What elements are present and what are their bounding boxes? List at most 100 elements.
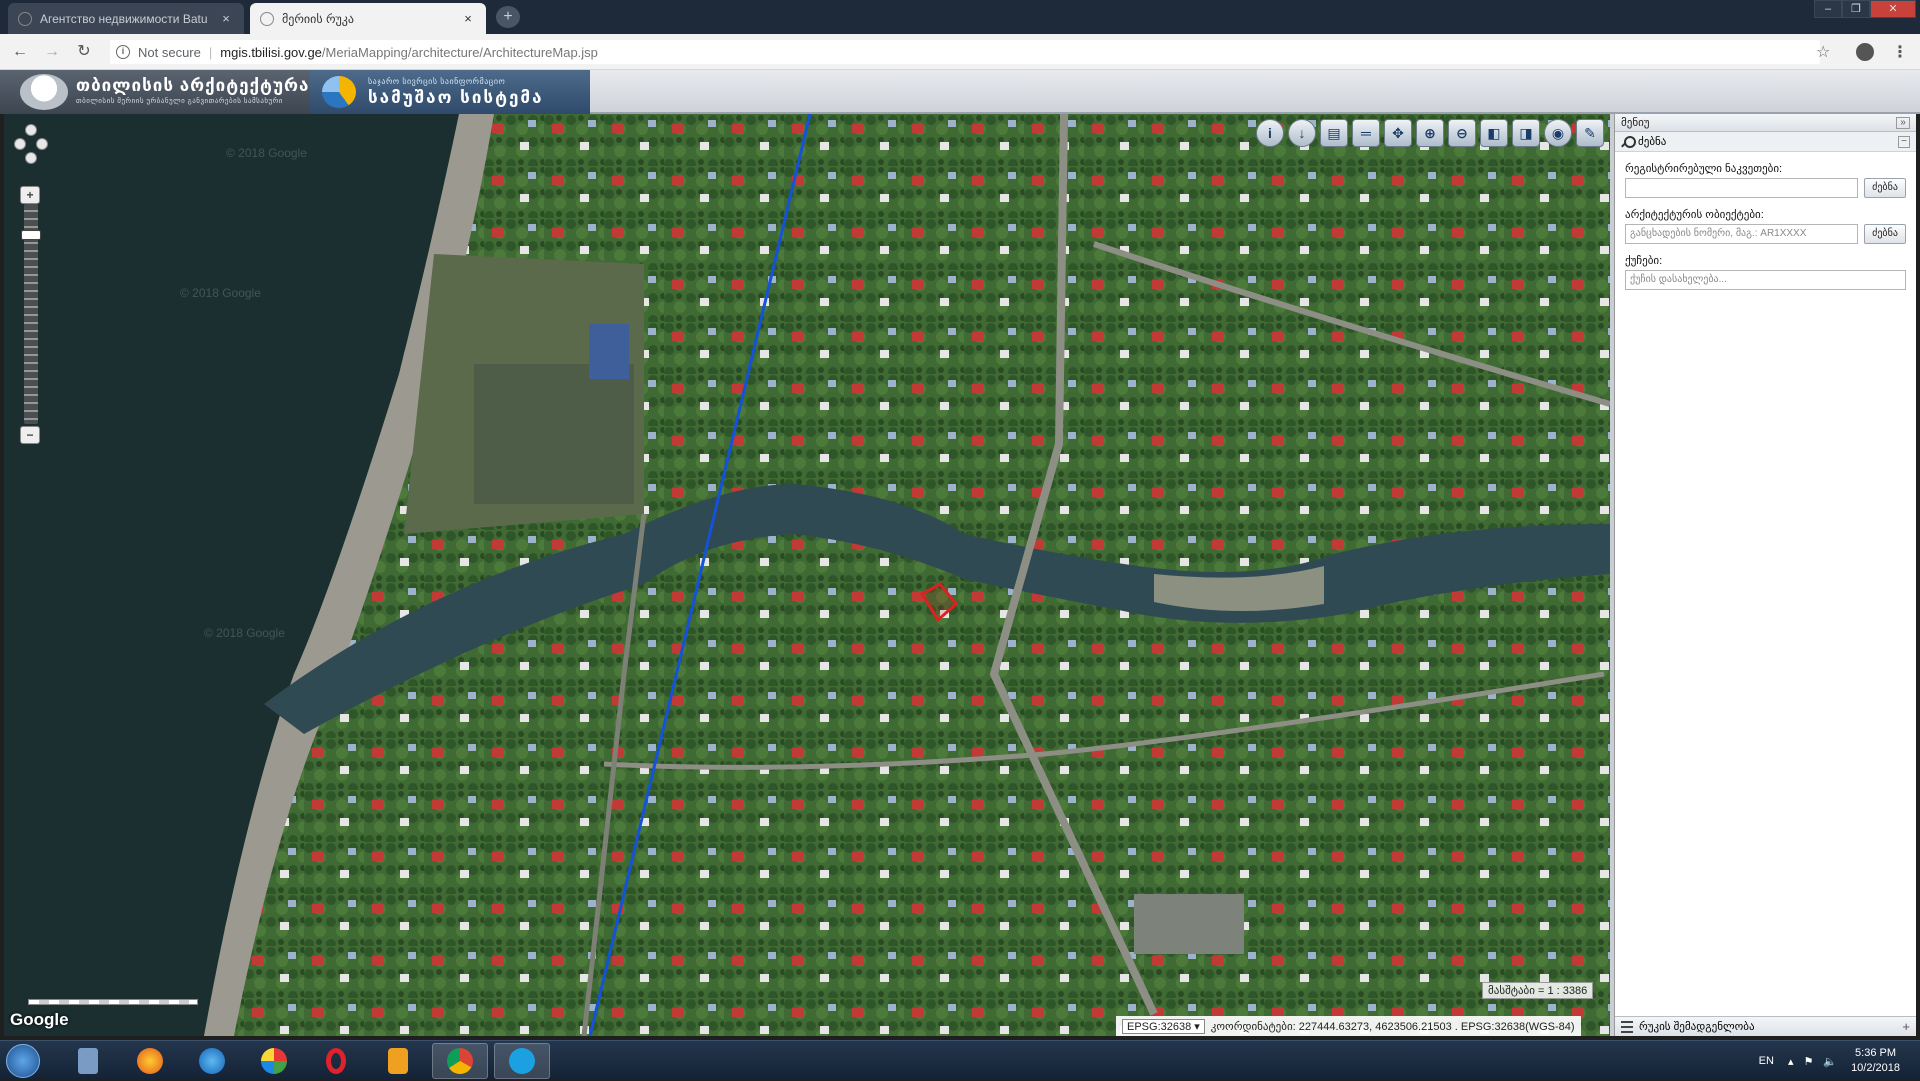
info-icon[interactable]: i <box>116 45 130 59</box>
globe-favicon-icon <box>260 11 274 26</box>
architecture-object-input[interactable]: განცხადების ნომერი, მაგ.: AR1XXXX <box>1625 224 1858 244</box>
print-tool-icon[interactable]: ▤ <box>1320 119 1348 147</box>
zoom-handle[interactable] <box>21 230 41 240</box>
info-tool-icon[interactable]: i <box>1256 119 1284 147</box>
globe-full-extent-icon[interactable]: ◉ <box>1544 119 1572 147</box>
logo2-top-text: საჯარო სივრცის საინფორმაციო <box>368 77 506 86</box>
minimize-window-icon[interactable]: – <box>1814 0 1842 18</box>
taskbar-firefox[interactable] <box>122 1043 178 1079</box>
action-center-flag-icon[interactable]: ⚑ <box>1803 1055 1813 1068</box>
pan-left-icon[interactable] <box>14 138 26 150</box>
pan-right-icon[interactable] <box>36 138 48 150</box>
tab-title: Агентство недвижимости Batu <box>40 11 208 26</box>
language-indicator[interactable]: EN <box>1759 1055 1774 1067</box>
logo2-title: სამუშაო სისტემა <box>368 88 544 107</box>
collapse-panel-icon[interactable]: » <box>1896 116 1910 129</box>
pan-control[interactable] <box>14 124 48 176</box>
epsg-selected: EPSG:32638 <box>1127 1020 1192 1033</box>
tab-close-icon[interactable]: × <box>218 11 234 26</box>
logo-subtitle: თბილისის მერიის ურბანული განვითარების სა… <box>76 98 283 105</box>
public-space-system-logo[interactable]: საჯარო სივრცის საინფორმაციო სამუშაო სისტ… <box>310 70 590 114</box>
back-arrow-icon[interactable]: ← <box>10 42 30 62</box>
site-favicon-icon <box>18 11 32 26</box>
forward-arrow-icon[interactable]: → <box>42 42 62 62</box>
zoom-out-button[interactable]: − <box>20 426 40 444</box>
system-emblem-icon <box>322 76 356 108</box>
tab-title: მერიის რუკა <box>282 11 354 26</box>
browser-menu-icon[interactable]: ⋮ <box>1892 42 1908 62</box>
paint-icon <box>261 1048 287 1074</box>
start-button-icon[interactable] <box>6 1044 40 1078</box>
account-avatar-icon[interactable] <box>1856 43 1874 61</box>
taskbar-internet-explorer[interactable] <box>184 1043 240 1079</box>
close-window-icon[interactable]: ✕ <box>1870 0 1916 18</box>
taskbar-skype[interactable] <box>494 1043 550 1079</box>
coordinates-readout: კოორდინატები: 227444.63273, 4623506.2150… <box>1210 1020 1575 1033</box>
zoom-slider[interactable]: + − <box>20 186 41 446</box>
google-attribution: Google <box>10 1010 69 1029</box>
skype-icon <box>509 1048 535 1074</box>
bookmark-star-icon[interactable]: ☆ <box>1816 42 1830 62</box>
tbilisi-architecture-logo[interactable]: თბილისის არქიტექტურა თბილისის მერიის ურბ… <box>0 70 310 114</box>
tab-meria-map[interactable]: მერიის რუკა × <box>250 3 486 34</box>
taskbar-opera[interactable] <box>308 1043 364 1079</box>
restore-window-icon[interactable]: ❐ <box>1842 0 1870 18</box>
identify-tool-icon[interactable]: ↓ <box>1288 119 1316 147</box>
scale-bar <box>28 999 198 1005</box>
security-label: Not secure <box>138 44 201 60</box>
url-path: /MeriaMapping/architecture/ArchitectureM… <box>321 44 598 60</box>
taskbar-chrome[interactable] <box>432 1043 488 1079</box>
volume-icon[interactable]: 🔈 <box>1823 1055 1837 1068</box>
cadastral-search-button[interactable]: ძებნა <box>1864 178 1906 198</box>
expand-layers-icon[interactable]: + <box>1902 1019 1910 1034</box>
chrome-icon <box>447 1048 473 1074</box>
taskbar-paint[interactable] <box>246 1043 302 1079</box>
logo-title: თბილისის არქიტექტურა <box>76 76 310 95</box>
address-bar[interactable]: i Not secure | mgis.tbilisi.gov.ge/Meria… <box>110 40 1820 64</box>
media-player-icon <box>388 1048 408 1074</box>
system-tray: EN ▴ ⚑ 🔈 5:36 PM 10/2/2018 <box>1759 1041 1920 1081</box>
satellite-map[interactable]: © 2018 Google © 2018 Google © 2018 Googl… <box>4 114 1610 1036</box>
street-input[interactable]: ქუჩის დასახელება... <box>1625 270 1906 290</box>
zoom-previous-icon[interactable]: ◧ <box>1480 119 1508 147</box>
coordinate-status-bar: EPSG:32638 ▾ კოორდინატები: 227444.63273,… <box>1116 1016 1581 1036</box>
cadastral-label: რეგისტრირებული ნაკვეთები: <box>1625 163 1783 175</box>
browser-tab-strip: Агентство недвижимости Batu × მერიის რუკ… <box>0 0 1920 34</box>
browser-toolbar: ← → ↻ i Not secure | mgis.tbilisi.gov.ge… <box>0 34 1920 70</box>
search-section-header[interactable]: ძებნა − <box>1615 132 1916 152</box>
tab-real-estate-agency[interactable]: Агентство недвижимости Batu × <box>8 3 244 34</box>
clock-time: 5:36 PM <box>1855 1047 1897 1059</box>
pan-down-icon[interactable] <box>25 152 37 164</box>
panel-header: მენიუ » <box>1615 114 1916 132</box>
taskbar-calculator[interactable] <box>60 1043 116 1079</box>
edit-pencil-icon[interactable]: ✎ <box>1576 119 1604 147</box>
zoom-in-button[interactable]: + <box>20 186 40 204</box>
clock[interactable]: 5:36 PM 10/2/2018 <box>1851 1046 1900 1076</box>
tab-close-icon[interactable]: × <box>460 11 476 26</box>
firefox-icon <box>137 1048 163 1074</box>
epsg-select[interactable]: EPSG:32638 ▾ <box>1122 1018 1205 1034</box>
opera-icon <box>326 1048 346 1074</box>
address-separator: | <box>208 44 213 60</box>
zoom-out-tool-icon[interactable]: ⊖ <box>1448 119 1476 147</box>
map-scale-label: მასშტაბი = 1 : 3386 <box>1482 982 1594 999</box>
cadastral-input[interactable] <box>1625 178 1858 198</box>
reload-icon[interactable]: ↻ <box>74 42 94 62</box>
map-layers-label: რუკის შემადგენლობა <box>1639 1021 1755 1033</box>
pan-tool-icon[interactable]: ✥ <box>1384 119 1412 147</box>
zoom-next-icon[interactable]: ◨ <box>1512 119 1540 147</box>
search-section-title: ძებნა <box>1638 136 1667 148</box>
zoom-in-tool-icon[interactable]: ⊕ <box>1416 119 1444 147</box>
url-host: mgis.tbilisi.gov.ge <box>220 44 322 60</box>
calculator-icon <box>78 1048 98 1074</box>
new-tab-button[interactable]: + <box>496 6 520 28</box>
measure-tool-icon[interactable]: ═ <box>1352 119 1380 147</box>
collapse-section-icon[interactable]: − <box>1898 135 1910 148</box>
side-panel: მენიუ » ძებნა − რეგისტრირებული ნაკვეთები… <box>1614 114 1916 1036</box>
map-layers-bar[interactable]: რუკის შემადგენლობა + <box>1615 1016 1916 1036</box>
pan-up-icon[interactable] <box>25 124 37 136</box>
tray-expand-icon[interactable]: ▴ <box>1788 1055 1794 1068</box>
architecture-search-button[interactable]: ძებნა <box>1864 224 1906 244</box>
taskbar-media-player[interactable] <box>370 1043 426 1079</box>
windows-taskbar: EN ▴ ⚑ 🔈 5:36 PM 10/2/2018 <box>0 1040 1920 1080</box>
